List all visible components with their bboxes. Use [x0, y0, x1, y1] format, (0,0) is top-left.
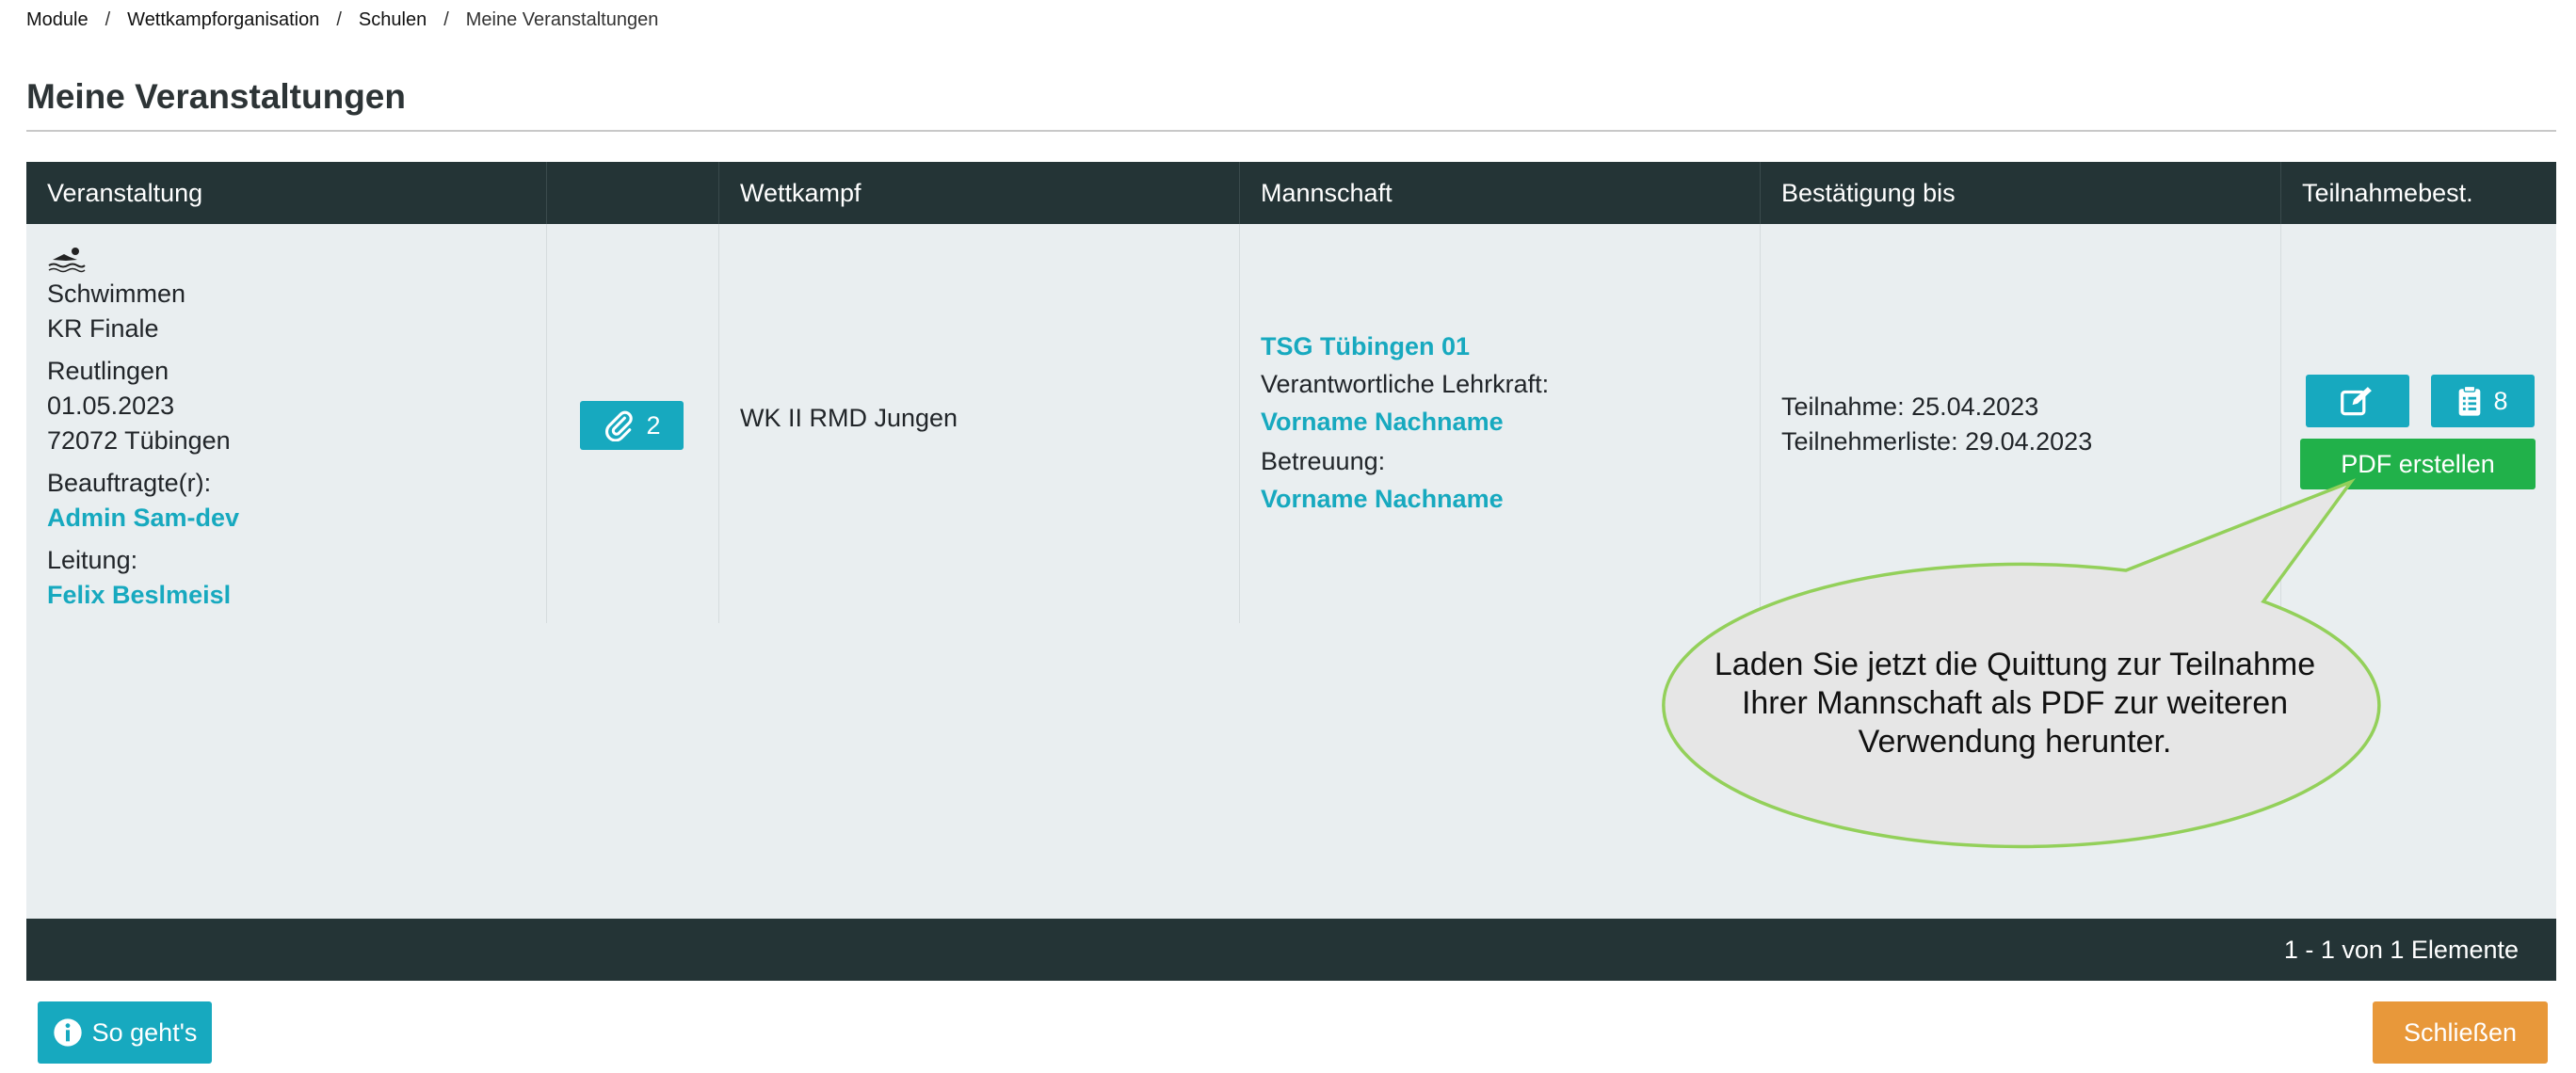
info-icon [53, 1018, 82, 1047]
title-divider [26, 130, 2556, 132]
event-location: Reutlingen [47, 357, 169, 385]
clipboard-list-icon [2459, 385, 2481, 416]
breadcrumb-schulen[interactable]: Schulen [359, 9, 427, 31]
cell-bestaetigung: Teilnahme: 25.04.2023 Teilnehmerliste: 2… [1761, 224, 2281, 623]
table-footer: 1 - 1 von 1 Elemente [26, 919, 2556, 981]
confirm-participation-date: Teilnahme: 25.04.2023 [1781, 392, 2039, 421]
lead-label: Leitung: [47, 546, 138, 574]
attachments-button[interactable]: 2 [580, 401, 684, 450]
team-link[interactable]: TSG Tübingen 01 [1261, 328, 1549, 365]
breadcrumb-separator: / [336, 8, 342, 30]
event-date: 01.05.2023 [47, 392, 175, 420]
column-header-mannschaft[interactable]: Mannschaft [1240, 162, 1761, 224]
breadcrumb-module[interactable]: Module [26, 9, 89, 31]
confirm-list-date: Teilnehmerliste: 29.04.2023 [1781, 427, 2093, 456]
teacher-link[interactable]: Vorname Nachname [1261, 403, 1549, 440]
support-link[interactable]: Vorname Nachname [1261, 480, 1549, 518]
swimmer-icon [48, 248, 86, 273]
cell-veranstaltung: Schwimmen KR Finale Reutlingen 01.05.202… [26, 224, 547, 623]
howto-label: So geht's [91, 1017, 198, 1047]
close-button[interactable]: Schließen [2373, 1001, 2548, 1064]
competition-name: WK II RMD Jungen [740, 404, 958, 432]
teacher-label: Verantwortliche Lehrkraft: [1261, 370, 1550, 398]
column-header-bestaetigung[interactable]: Bestätigung bis [1761, 162, 2281, 224]
column-header-wettkampf[interactable]: Wettkampf [719, 162, 1240, 224]
commissioner-label: Beauftragte(r): [47, 469, 212, 497]
breadcrumb-wettkampforganisation[interactable]: Wettkampforganisation [127, 9, 319, 31]
attachments-count: 2 [646, 410, 661, 440]
commissioner-link[interactable]: Admin Sam-dev [47, 501, 546, 536]
paperclip-icon [605, 410, 634, 441]
event-name: KR Finale [47, 314, 159, 343]
participant-list-button[interactable]: 8 [2431, 375, 2535, 427]
breadcrumb-current: Meine Veranstaltungen [465, 8, 659, 30]
cell-wettkampf: WK II RMD Jungen [719, 224, 1240, 623]
page-root: Module / Wettkampforganisation / Schulen… [0, 0, 2576, 1073]
edit-icon [2341, 387, 2372, 416]
support-label: Betreuung: [1261, 447, 1386, 475]
breadcrumb: Module / Wettkampforganisation / Schulen… [26, 6, 658, 34]
create-pdf-button[interactable]: PDF erstellen [2300, 439, 2536, 489]
breadcrumb-separator: / [105, 8, 111, 30]
events-table: Veranstaltung Wettkampf Mannschaft Bestä… [26, 162, 2556, 981]
callout-text: Laden Sie jetzt die Quittung zur Teilnah… [1714, 647, 2316, 760]
pager-info: 1 - 1 von 1 Elemente [2283, 936, 2519, 964]
column-header-veranstaltung[interactable]: Veranstaltung [26, 162, 547, 224]
table-header: Veranstaltung Wettkampf Mannschaft Bestä… [26, 162, 2556, 224]
lead-link[interactable]: Felix Beslmeisl [47, 578, 546, 613]
column-header-attachments [547, 162, 719, 224]
table-row: Schwimmen KR Finale Reutlingen 01.05.202… [26, 224, 2556, 623]
page-title: Meine Veranstaltungen [26, 77, 406, 116]
cell-mannschaft: TSG Tübingen 01 Verantwortliche Lehrkraf… [1240, 224, 1761, 623]
participants-count: 8 [2493, 386, 2508, 415]
sport-name: Schwimmen [47, 280, 186, 308]
edit-participation-button[interactable] [2306, 375, 2409, 427]
column-header-teilnahmebest[interactable]: Teilnahmebest. [2281, 162, 2556, 224]
event-address: 72072 Tübingen [47, 426, 231, 455]
breadcrumb-separator: / [443, 8, 449, 30]
howto-button[interactable]: So geht's [38, 1001, 212, 1064]
